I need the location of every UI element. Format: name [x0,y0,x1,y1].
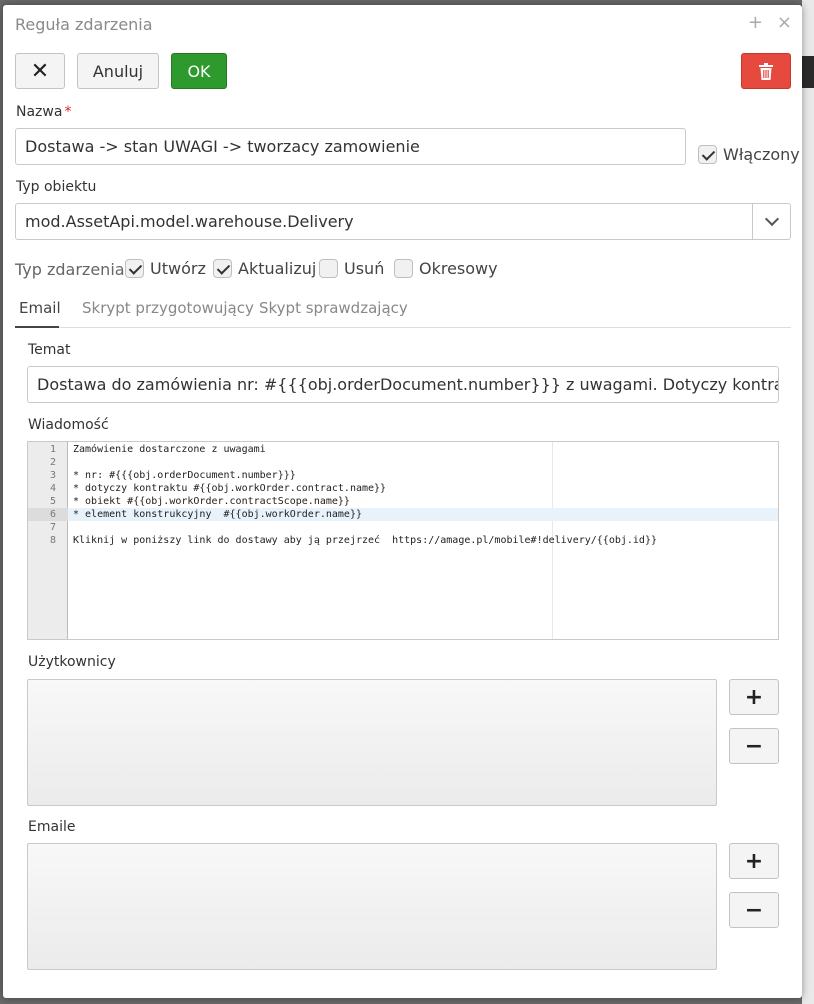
tab-prepare-script[interactable]: Skrypt przygotowujący [82,299,254,317]
editor-line-active: 6 * element konstrukcyjny #{{obj.workOrde… [28,508,778,521]
object-type-select[interactable]: mod.AssetApi.model.warehouse.Delivery [15,203,791,240]
trash-icon [759,62,773,80]
editor-line: 4 * dotyczy kontraktu #{{obj.workOrder.co… [49,483,387,494]
name-label: Nazwa * [16,104,72,120]
remove-user-button[interactable]: − [729,728,779,764]
editor-line: 8 Kliknij w poniższy link do dostawy aby … [49,535,657,546]
add-email-button[interactable]: + [729,843,779,879]
event-type-label: Typ zdarzenia [15,260,125,279]
plus-icon[interactable]: + [748,13,763,33]
object-type-label: Typ obiektu [16,179,97,195]
checkbox-box[interactable] [213,259,232,278]
editor-line: 2 [49,457,56,468]
tab-email[interactable]: Email [19,299,61,317]
users-list[interactable] [27,679,717,806]
add-user-button[interactable]: + [729,679,779,715]
name-input[interactable]: Dostawa -> stan UWAGI -> tworzacy zamowi… [15,128,686,165]
active-tab-indicator [15,326,59,328]
subject-label: Temat [28,342,71,358]
close-icon[interactable]: × [777,13,792,33]
editor-line: 7 [49,522,56,533]
tab-check-script[interactable]: Skypt sprawdzający [259,299,408,317]
event-create-checkbox[interactable]: Utwórz [125,259,206,278]
background-page-edge [802,0,814,1004]
remove-email-button[interactable]: − [729,892,779,928]
message-label: Wiadomość [28,417,109,433]
enabled-checkbox[interactable]: Włączony [698,145,800,164]
editor-line: 1 Zamówienie dostarczone z uwagami [49,444,266,455]
close-button[interactable]: ✕ [15,53,65,89]
message-code-editor[interactable]: 1 Zamówienie dostarczone z uwagami 2 3 * n… [27,441,779,640]
event-periodic-checkbox[interactable]: Okresowy [394,259,498,278]
ok-button[interactable]: OK [171,53,227,89]
checkbox-box[interactable] [698,145,717,164]
chevron-down-icon[interactable] [752,204,790,239]
object-type-value: mod.AssetApi.model.warehouse.Delivery [25,212,354,231]
emails-list[interactable] [27,843,717,970]
checkbox-box[interactable] [125,259,144,278]
checkbox-box[interactable] [319,259,338,278]
tab-bar: Email Skrypt przygotowujący Skypt sprawd… [15,295,791,328]
event-delete-checkbox[interactable]: Usuń [319,259,384,278]
cancel-button[interactable]: Anuluj [77,53,159,89]
users-label: Użytkownicy [28,654,116,670]
event-update-checkbox[interactable]: Aktualizuj [213,259,316,278]
editor-line: 5 * obiekt #{{obj.workOrder.contractScope… [49,496,350,507]
emails-label: Emaile [28,819,76,835]
subject-input[interactable]: Dostawa do zamówienia nr: #{{{obj.orderD… [27,366,779,403]
delete-button[interactable] [741,53,791,89]
checkbox-box[interactable] [394,259,413,278]
enabled-label: Włączony [723,145,800,164]
dialog-title: Reguła zdarzenia [15,15,153,34]
editor-line: 3 * nr: #{{{obj.orderDocument.number}}} [49,470,296,481]
event-rule-dialog: Reguła zdarzenia + × ✕ Anuluj OK Nazwa * … [3,5,802,998]
